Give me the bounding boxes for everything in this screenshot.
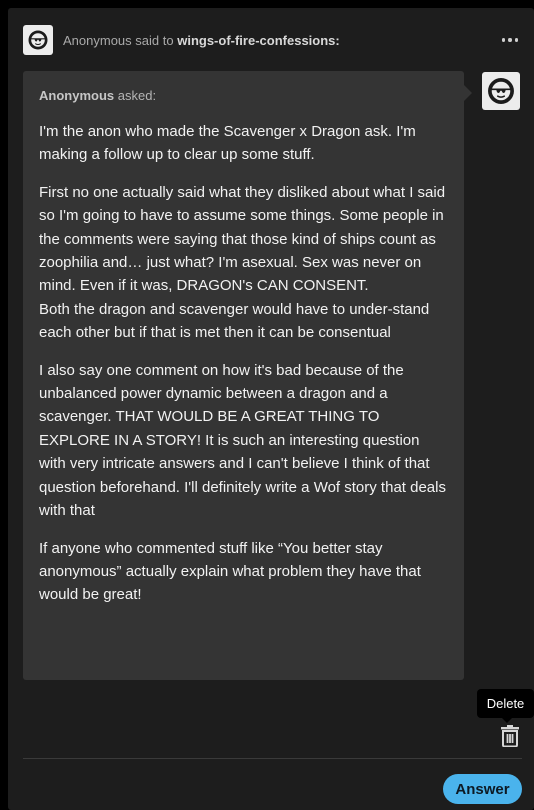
question-paragraph: I also say one comment on how it's bad b… <box>39 361 446 520</box>
ask-bubble: Anonymous asked: I'm the anon who made t… <box>23 71 472 680</box>
divider <box>23 758 522 759</box>
delete-tooltip: Delete <box>477 689 534 723</box>
asker-line: Anonymous asked: <box>39 88 448 103</box>
more-horizontal-icon <box>501 38 519 42</box>
said-to-label: said to <box>135 32 174 48</box>
blog-name-link[interactable]: wings-of-fire-confessions: <box>177 33 340 48</box>
ask-card: Anonymous said to wings-of-fire-confessi… <box>8 8 534 810</box>
anonymous-sunglasses-icon <box>28 30 48 50</box>
question-paragraph: I'm the anon who made the Scavenger x Dr… <box>39 123 416 164</box>
more-options-button[interactable] <box>498 30 522 50</box>
avatar[interactable] <box>23 25 53 55</box>
trash-icon <box>501 725 519 747</box>
ask-asker-name: Anonymous <box>39 88 115 103</box>
question-paragraph: First no one actually said what they dis… <box>39 183 446 342</box>
anonymous-sunglasses-icon <box>488 78 514 104</box>
answer-button[interactable]: Answer <box>443 774 522 804</box>
delete-button[interactable] <box>499 724 521 748</box>
question-paragraph: If anyone who commented stuff like “You … <box>39 539 421 604</box>
asker-name: Anonymous <box>63 32 132 48</box>
ask-attribution: Anonymous said to wings-of-fire-confessi… <box>63 33 340 48</box>
ask-question-body: I'm the anon who made the Scavenger x Dr… <box>39 120 448 607</box>
ask-header: Anonymous said to wings-of-fire-confessi… <box>23 25 522 55</box>
asker-avatar[interactable] <box>482 72 520 110</box>
asked-label: asked: <box>117 88 157 103</box>
